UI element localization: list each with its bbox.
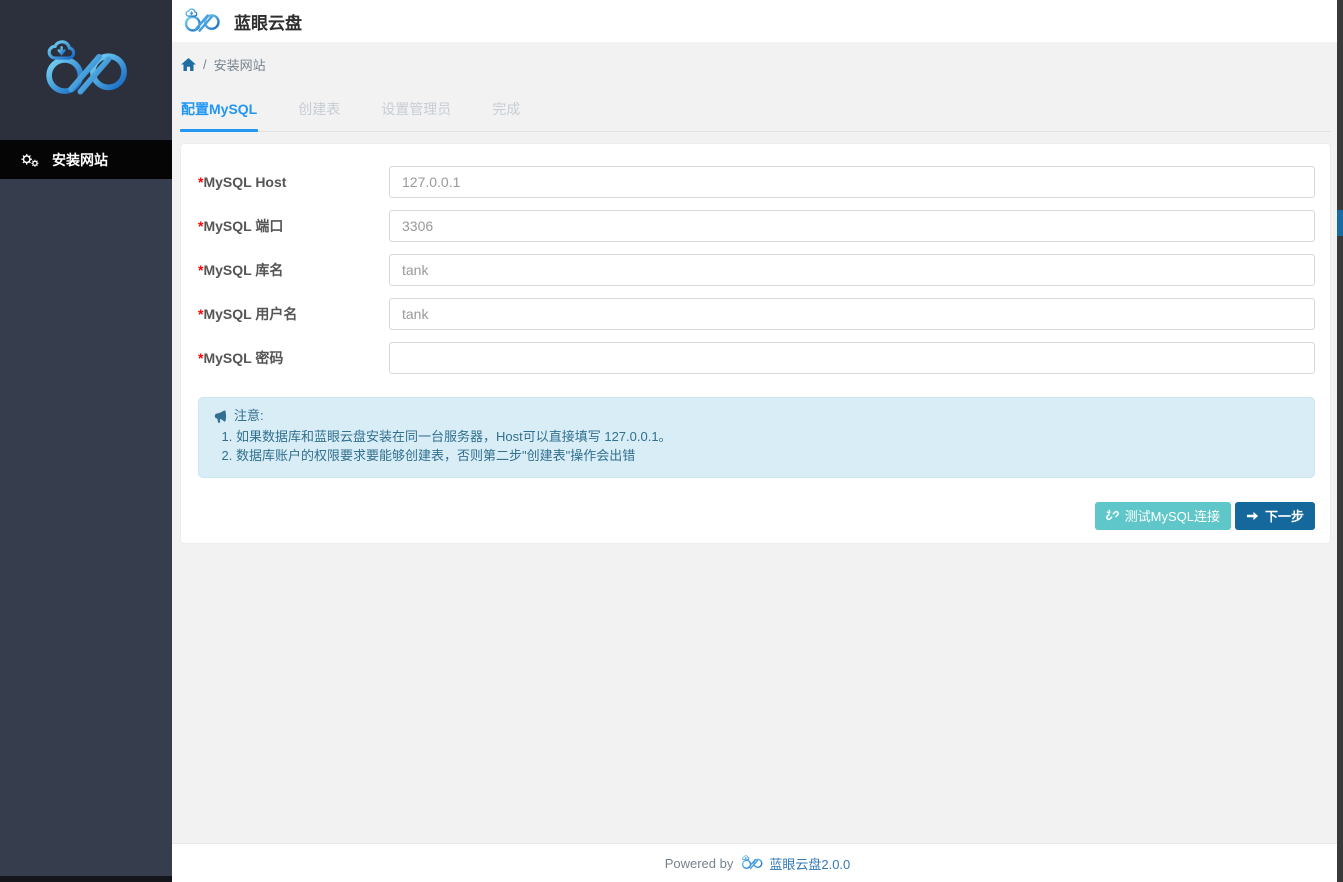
field-label: *MySQL 用户名	[198, 304, 389, 324]
browser-scrollbar-track[interactable]	[1337, 0, 1343, 882]
sidebar-item-install-site[interactable]: 安装网站	[0, 140, 172, 179]
breadcrumb: / 安装网站	[180, 55, 1331, 74]
info-alert-item: 数据库账户的权限要求要能够创建表，否则第二步"创建表"操作会出错	[236, 447, 1300, 466]
mysql-username-input[interactable]	[389, 298, 1315, 330]
sidebar: 安装网站	[0, 0, 172, 876]
mysql-config-panel: *MySQL Host *MySQL 端口 *MySQL 库名 *MySQL 用…	[180, 143, 1331, 544]
main-area: 蓝眼云盘 / 安装网站 配置MySQL 创建表 设置管理员 完成 *MySQL …	[172, 0, 1343, 882]
mysql-database-input[interactable]	[389, 254, 1315, 286]
unlink-icon	[1106, 509, 1119, 522]
form-row-host: *MySQL Host	[198, 166, 1315, 198]
brand-logo-icon	[36, 39, 136, 102]
test-button-label: 测试MySQL连接	[1125, 506, 1220, 525]
footer-brand-link[interactable]: 蓝眼云盘2.0.0	[739, 854, 850, 873]
field-label-text: MySQL 库名	[203, 262, 283, 278]
next-button-label: 下一步	[1265, 506, 1304, 525]
content-area: / 安装网站 配置MySQL 创建表 设置管理员 完成 *MySQL Host …	[172, 55, 1343, 544]
test-mysql-connection-button[interactable]: 测试MySQL连接	[1095, 502, 1231, 530]
footer-brand-version: 蓝眼云盘2.0.0	[769, 854, 850, 873]
page-title: 蓝眼云盘	[234, 9, 302, 34]
sidebar-bottom-strip	[0, 876, 172, 882]
tab-config-mysql[interactable]: 配置MySQL	[180, 91, 258, 131]
home-icon[interactable]	[181, 58, 196, 71]
field-label-text: MySQL 密码	[203, 350, 283, 366]
info-alert-list: 如果数据库和蓝眼云盘安装在同一台服务器，Host可以直接填写 127.0.0.1…	[213, 428, 1300, 466]
sidebar-item-label: 安装网站	[52, 150, 108, 170]
field-label: *MySQL Host	[198, 174, 389, 190]
top-header: 蓝眼云盘	[172, 0, 1343, 42]
breadcrumb-separator: /	[203, 57, 207, 72]
field-label: *MySQL 库名	[198, 260, 389, 280]
tab-create-table[interactable]: 创建表	[297, 91, 341, 131]
tab-finish[interactable]: 完成	[491, 91, 521, 131]
powered-by-text: Powered by	[665, 856, 734, 871]
tab-set-admin[interactable]: 设置管理员	[380, 91, 452, 131]
wizard-tabs: 配置MySQL 创建表 设置管理员 完成	[180, 91, 1331, 132]
next-step-button[interactable]: 下一步	[1235, 502, 1315, 530]
brand-logo-icon	[180, 8, 224, 35]
info-alert-title-text: 注意:	[234, 407, 264, 426]
field-label: *MySQL 端口	[198, 216, 389, 236]
brand-logo-icon	[739, 855, 765, 871]
mysql-port-input[interactable]	[389, 210, 1315, 242]
mysql-host-input[interactable]	[389, 166, 1315, 198]
info-alert: 注意: 如果数据库和蓝眼云盘安装在同一台服务器，Host可以直接填写 127.0…	[198, 397, 1315, 478]
info-alert-item: 如果数据库和蓝眼云盘安装在同一台服务器，Host可以直接填写 127.0.0.1…	[236, 428, 1300, 447]
breadcrumb-current: 安装网站	[214, 55, 266, 74]
sidebar-logo-area	[0, 0, 172, 140]
mysql-password-input[interactable]	[389, 342, 1315, 374]
bullhorn-icon	[213, 410, 228, 423]
footer: Powered by 蓝眼云盘2.0.0	[172, 843, 1343, 882]
field-label: *MySQL 密码	[198, 348, 389, 368]
field-label-text: MySQL 用户名	[203, 306, 297, 322]
form-row-username: *MySQL 用户名	[198, 298, 1315, 330]
form-row-database: *MySQL 库名	[198, 254, 1315, 286]
field-label-text: MySQL Host	[203, 174, 286, 190]
field-label-text: MySQL 端口	[203, 218, 283, 234]
arrow-right-icon	[1246, 510, 1259, 522]
cogs-icon	[21, 153, 39, 167]
info-alert-title: 注意:	[213, 407, 1300, 426]
actions-bar: 测试MySQL连接 下一步	[198, 502, 1315, 530]
form-row-password: *MySQL 密码	[198, 342, 1315, 374]
form-row-port: *MySQL 端口	[198, 210, 1315, 242]
browser-scrollbar-thumb[interactable]	[1337, 210, 1343, 236]
